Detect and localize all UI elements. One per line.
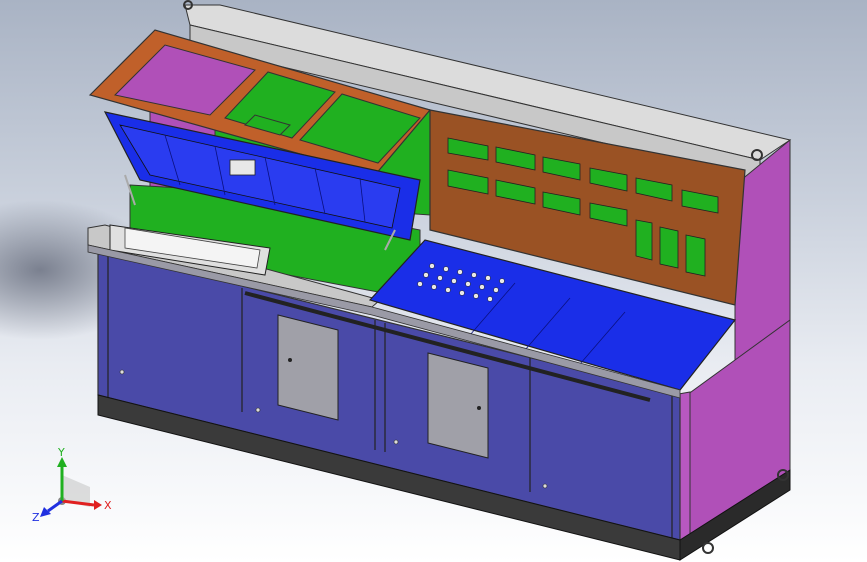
y-axis-label: Y: [57, 446, 65, 459]
z-axis-label: Z: [32, 511, 40, 524]
tilted-blue-panel-slot: [229, 159, 256, 176]
door-right[interactable]: [427, 352, 489, 459]
z-axis-line: [47, 499, 63, 513]
door-left-lock: [288, 358, 292, 362]
x-axis-label: X: [104, 499, 112, 512]
cabinet-model[interactable]: [0, 0, 867, 562]
door-left[interactable]: [277, 314, 339, 421]
door-right-lock: [477, 406, 481, 410]
cad-viewport[interactable]: X Y Z: [0, 0, 867, 562]
orientation-triad[interactable]: X Y Z: [30, 445, 120, 525]
x-axis-arrow: [94, 500, 102, 510]
